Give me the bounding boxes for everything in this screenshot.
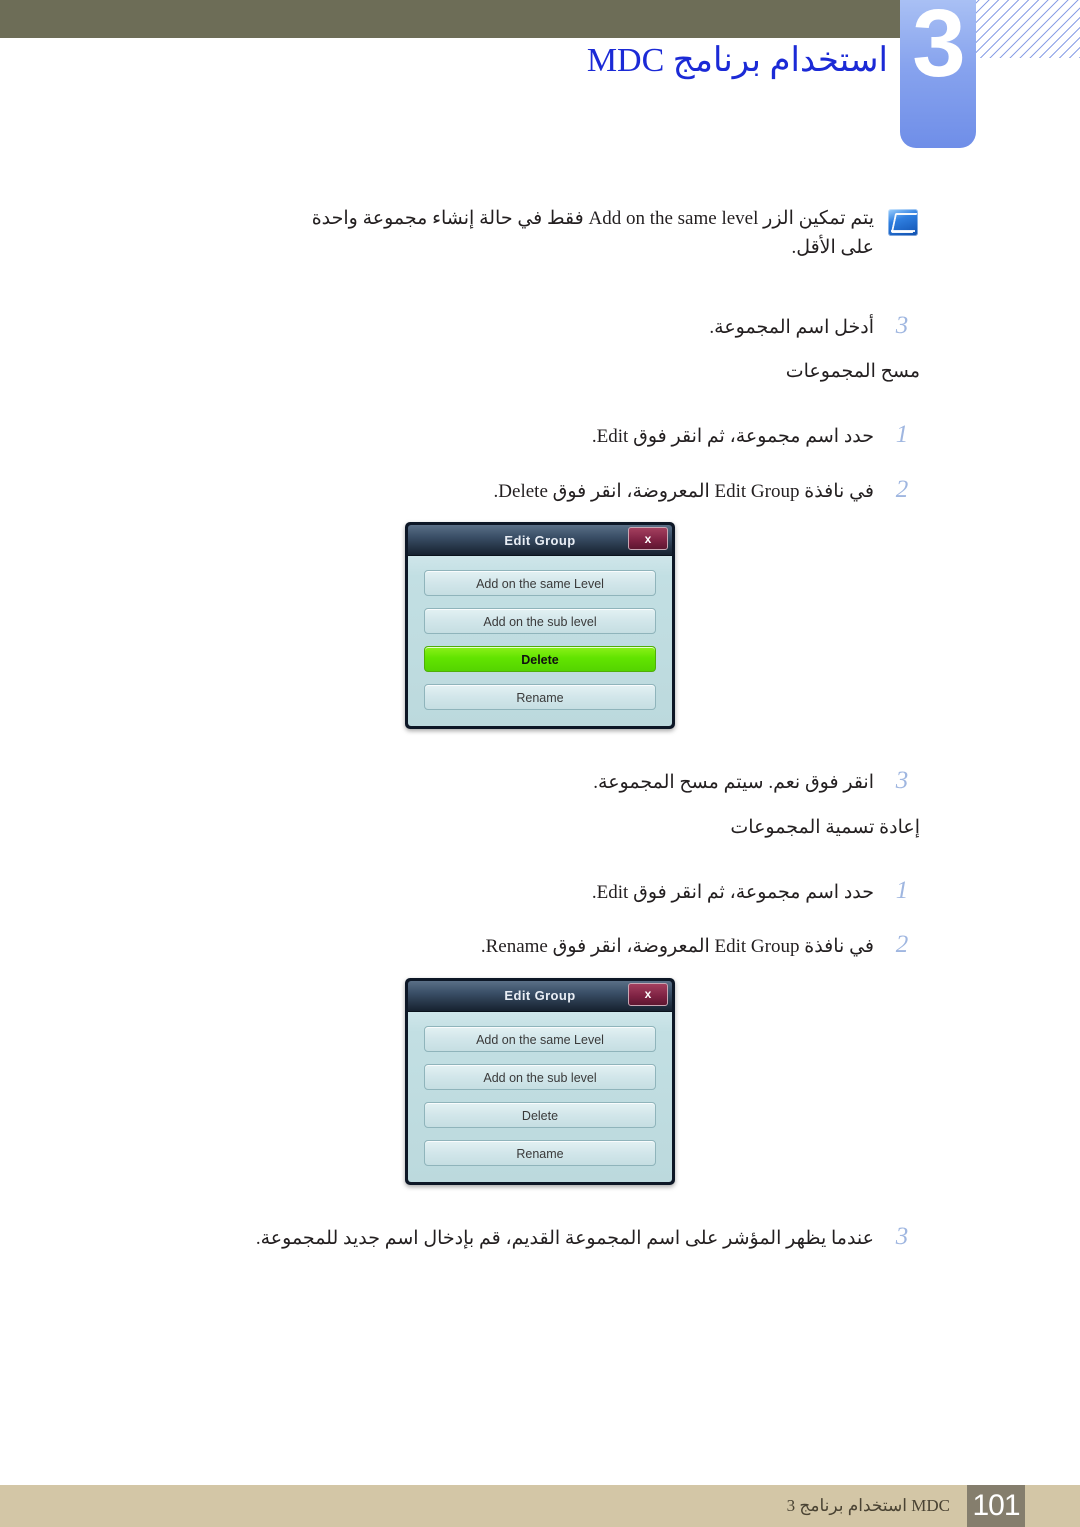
step-text: انقر فوق نعم. سيتم مسح المجموعة. [593,772,874,794]
dialog-body: Add on the same Level Add on the sub lev… [408,1011,672,1182]
page-number: 101 [967,1485,1025,1527]
note-callout: يتم تمكين الزر Add on the same level فقط… [0,205,1080,262]
step-text: في نافذة Edit Group المعروضة، انقر فوق D… [493,480,874,502]
page-title: استخدام برنامج MDC [0,40,888,80]
footer-chapter-label: MDC استخدام برنامج 3 [786,1496,950,1515]
step-text: أدخل اسم المجموعة. [709,317,874,338]
step-text: عندما يظهر المؤشر على اسم المجموعة القدي… [255,1227,874,1249]
section-heading-delete-groups: مسح المجموعات [785,361,920,383]
add-on-sub-level-button[interactable]: Add on the sub level [424,1063,656,1090]
step-marker: 3 [895,1222,909,1250]
page-title-text: استخدام برنامج MDC [586,42,888,79]
edit-group-dialog-delete: Edit Group x Add on the same Level Add o… [405,522,675,730]
list-item: 3 أدخل اسم المجموعة. [0,312,1080,342]
note-pen-icon [888,209,918,236]
list-item: 1 حدد اسم مجموعة، ثم انقر فوق Edit. [0,421,1080,451]
add-on-sub-level-button[interactable]: Add on the sub level [424,608,656,635]
delete-button[interactable]: Delete [424,646,656,673]
section-heading-rename-groups: إعادة تسمية المجموعات [730,816,920,838]
dialog-titlebar: Edit Group x [408,980,672,1012]
dialog-titlebar: Edit Group x [408,525,672,557]
header-band [0,0,900,38]
chapter-number: 3 [912,0,965,97]
delete-button[interactable]: Delete [424,1101,656,1128]
page-content: يتم تمكين الزر Add on the same level فقط… [0,205,1080,1253]
close-icon[interactable]: x [628,527,668,551]
list-item: 3 عندما يظهر المؤشر على اسم المجموعة الق… [0,1223,1080,1253]
edit-group-dialog-rename-wrap: Edit Group x Add on the same Level Add o… [0,977,1080,1185]
chapter-number-tab: 3 [900,0,976,148]
page-footer: MDC استخدام برنامج 3 101 [0,1485,1080,1527]
edit-group-dialog-rename: Edit Group x Add on the same Level Add o… [405,977,675,1185]
step-text: في نافذة Edit Group المعروضة، انقر فوق R… [480,936,874,958]
step-text: حدد اسم مجموعة، ثم انقر فوق Edit. [591,426,874,448]
rename-button[interactable]: Rename [424,1139,656,1166]
step-marker: 1 [895,876,909,904]
dialog-title: Edit Group [504,532,576,548]
list-item: 2 في نافذة Edit Group المعروضة، انقر فوق… [0,476,1080,506]
step-marker: 2 [895,931,909,959]
dialog-body: Add on the same Level Add on the sub lev… [408,556,672,727]
step-text: حدد اسم مجموعة، ثم انقر فوق Edit. [591,881,874,903]
rename-button[interactable]: Rename [424,684,656,711]
list-item: 2 في نافذة Edit Group المعروضة، انقر فوق… [0,931,1080,961]
add-on-same-level-button[interactable]: Add on the same Level [424,570,656,597]
dialog-title: Edit Group [504,988,576,1004]
step-marker: 1 [895,421,909,449]
header-stripe-decoration [975,0,1080,58]
note-text: يتم تمكين الزر Add on the same level فقط… [311,208,874,258]
list-item: 1 حدد اسم مجموعة، ثم انقر فوق Edit. [0,877,1080,907]
step-marker: 2 [895,475,909,503]
add-on-same-level-button[interactable]: Add on the same Level [424,1025,656,1052]
edit-group-dialog-delete-wrap: Edit Group x Add on the same Level Add o… [0,522,1080,730]
step-marker: 3 [895,312,909,339]
list-item: 3 انقر فوق نعم. سيتم مسح المجموعة. [0,767,1080,797]
step-marker: 3 [895,767,909,795]
close-icon[interactable]: x [628,982,668,1006]
